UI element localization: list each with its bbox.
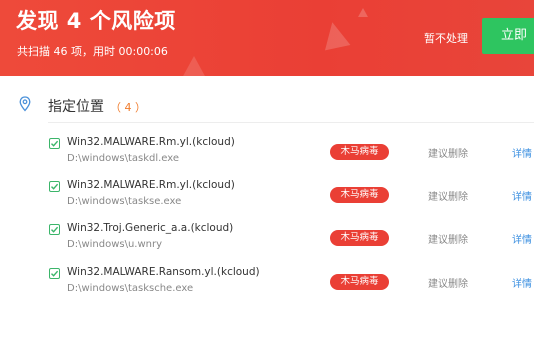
suggestion-text: 建议删除 [428, 149, 468, 160]
risk-item-row: Win32.MALWARE.Rm.yl.(kcloud) D:\windows\t… [0, 179, 534, 219]
risk-item-row: Win32.Troj.Generic_a.a.(kcloud) D:\window… [0, 222, 534, 262]
virus-name: Win32.Troj.Generic_a.a.(kcloud) [67, 222, 234, 234]
suggestion-text: 建议删除 [428, 235, 468, 246]
location-pin-icon [19, 96, 31, 112]
divider [48, 122, 534, 123]
details-link[interactable]: 详情 [512, 275, 532, 290]
decorative-triangle [358, 8, 368, 17]
details-link[interactable]: 详情 [512, 145, 532, 160]
section-header: 指定位置 （ 4 ） [0, 94, 534, 118]
threat-type-badge: 木马病毒 [330, 187, 389, 203]
section-count: （ 4 ） [110, 101, 146, 114]
suggestion-text: 建议删除 [428, 279, 468, 290]
risk-item-row: Win32.MALWARE.Ransom.yl.(kcloud) D:\windo… [0, 266, 534, 306]
section-title: 指定位置 [48, 99, 104, 115]
decorative-triangle [319, 19, 351, 51]
ignore-button[interactable]: 暂不处理 [424, 30, 468, 46]
file-path: D:\windows\taskdl.exe [67, 153, 180, 164]
scan-summary: 共扫描 46 项，用时 00:00:06 [17, 45, 168, 58]
threat-type-badge: 木马病毒 [330, 230, 389, 246]
decorative-triangle [182, 56, 206, 76]
virus-name: Win32.MALWARE.Rm.yl.(kcloud) [67, 179, 235, 191]
file-path: D:\windows\u.wnry [67, 239, 163, 250]
checkbox-checked-icon[interactable] [49, 138, 60, 149]
checkbox-checked-icon[interactable] [49, 181, 60, 192]
threat-type-badge: 木马病毒 [330, 144, 389, 160]
file-path: D:\windows\tasksche.exe [67, 283, 194, 294]
result-title: 发现 4 个风险项 [16, 9, 176, 33]
fix-now-button[interactable]: 立即 [482, 18, 534, 54]
suggestion-text: 建议删除 [428, 192, 468, 203]
virus-name: Win32.MALWARE.Ransom.yl.(kcloud) [67, 266, 260, 278]
details-link[interactable]: 详情 [512, 188, 532, 203]
file-path: D:\windows\taskse.exe [67, 196, 182, 207]
scan-result-header: 发现 4 个风险项 共扫描 46 项，用时 00:00:06 暂不处理 立即 [0, 0, 534, 76]
virus-name: Win32.MALWARE.Rm.yl.(kcloud) [67, 136, 235, 148]
risk-item-row: Win32.MALWARE.Rm.yl.(kcloud) D:\windows\t… [0, 136, 534, 176]
details-link[interactable]: 详情 [512, 231, 532, 246]
checkbox-checked-icon[interactable] [49, 268, 60, 279]
threat-type-badge: 木马病毒 [330, 274, 389, 290]
checkbox-checked-icon[interactable] [49, 224, 60, 235]
